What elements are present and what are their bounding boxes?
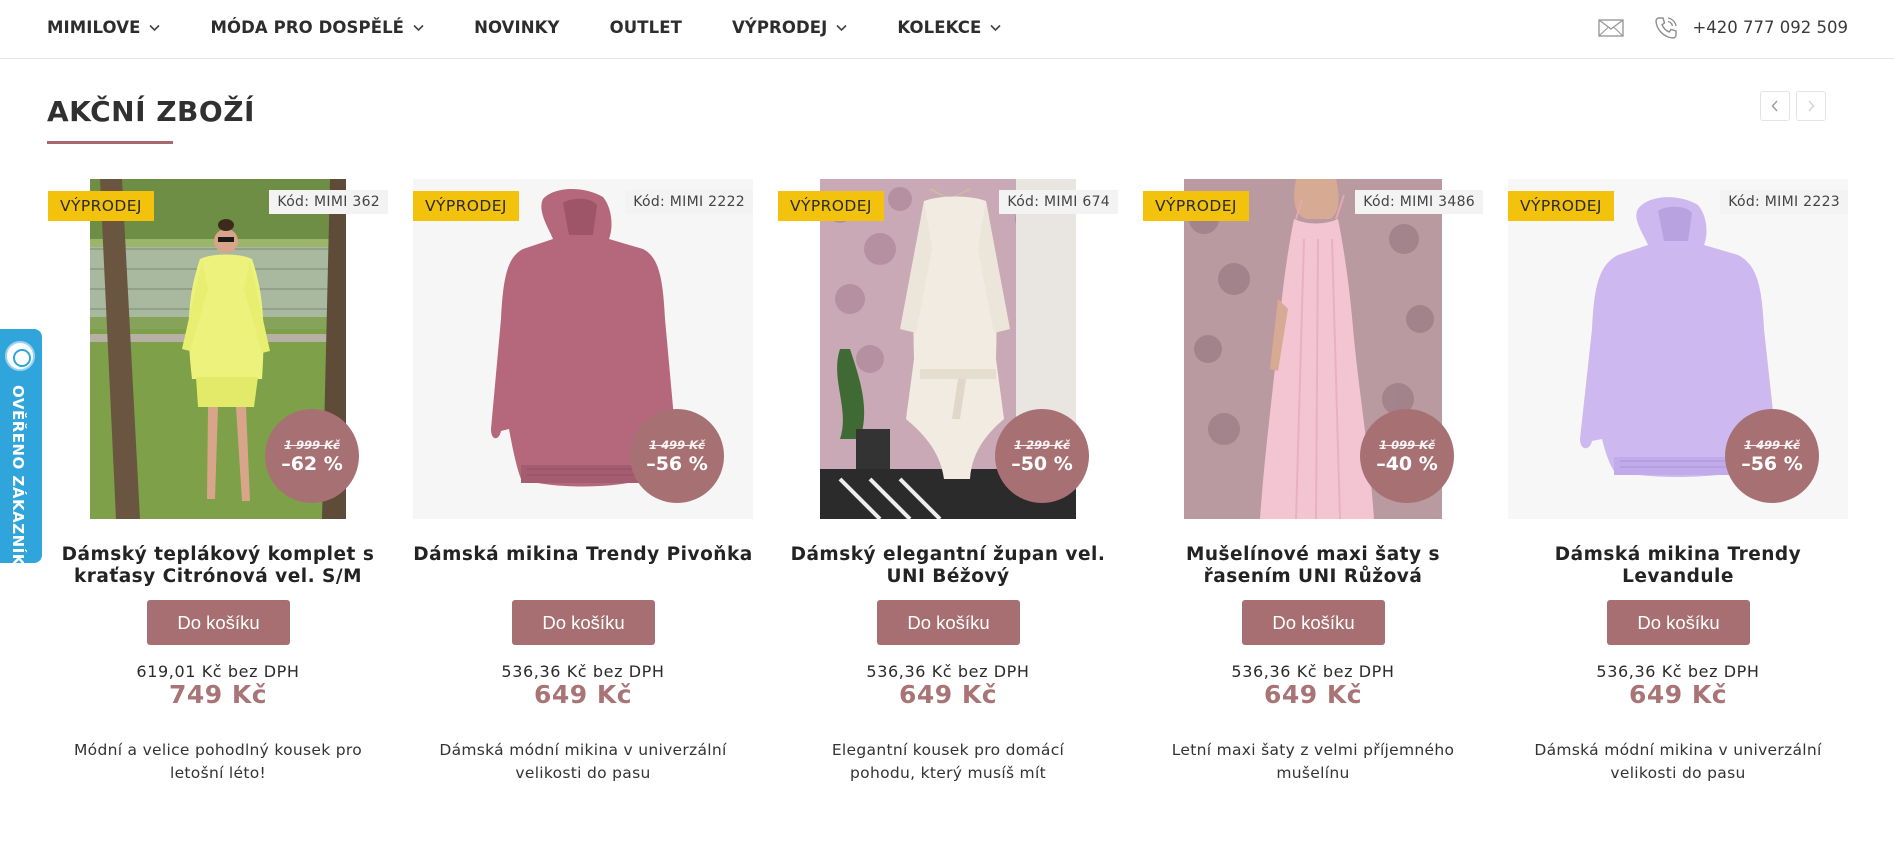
discount-percent: –56 % [1741,453,1803,475]
title-underline [47,141,173,144]
product-card: VÝPRODEJ Kód: MIMI 3486 1 099 Kč –40 % M… [1143,179,1483,799]
nav-item-label: NOVINKY [474,18,560,37]
product-code: Kód: MIMI 2222 [625,190,753,214]
discount-percent: –56 % [646,453,708,475]
discount-badge: 1 499 Kč –56 % [630,409,724,503]
product-image[interactable]: VÝPRODEJ Kód: MIMI 3486 1 099 Kč –40 % [1143,179,1483,519]
product-code: Kód: MIMI 362 [269,190,388,214]
discount-badge: 1 999 Kč –62 % [265,409,359,503]
add-to-cart-button[interactable]: Do košíku [147,600,290,645]
product-description: Dámská módní mikina v univerzální veliko… [439,741,727,782]
product-price: 649 Kč [898,680,998,709]
product-card: VÝPRODEJ Kód: MIMI 2222 1 499 Kč –56 % D… [413,179,753,799]
main-menu: MIMILOVE MÓDA PRO DOSPĚLÉ NOVINKY OUTLET… [47,0,1051,55]
nav-item-moda-pro-dospele[interactable]: MÓDA PRO DOSPĚLÉ [210,18,424,37]
product-code: Kód: MIMI 2223 [1720,190,1848,214]
old-price: 1 999 Kč [284,438,340,452]
old-price: 1 099 Kč [1379,438,1435,452]
phone-number[interactable]: +420 777 092 509 [1692,18,1848,37]
nav-item-novinky[interactable]: NOVINKY [474,18,560,37]
chevron-down-icon [149,24,161,31]
add-to-cart-button[interactable]: Do košíku [1242,600,1385,645]
old-price: 1 299 Kč [1014,438,1070,452]
nav-item-label: KOLEKCE [897,18,982,37]
product-name[interactable]: Dámský elegantní župan vel. UNI Béžový [778,544,1118,588]
product-card: VÝPRODEJ Kód: MIMI 674 1 299 Kč –50 % Dá… [778,179,1118,799]
carousel-next-button[interactable] [1796,91,1826,121]
discount-percent: –62 % [281,453,343,475]
chevron-down-icon [836,24,847,31]
product-card: VÝPRODEJ Kód: MIMI 2223 1 499 Kč –56 % D… [1508,179,1848,799]
chevron-down-icon [413,24,424,31]
old-price: 1 499 Kč [1744,438,1800,452]
product-image[interactable]: VÝPRODEJ Kód: MIMI 362 1 999 Kč –62 % [48,179,388,519]
sale-tag[interactable]: VÝPRODEJ [1508,191,1614,221]
product-description: Letní maxi šaty z velmi příjemného mušel… [1171,741,1455,782]
product-price: 649 Kč [533,680,633,709]
section-title: AKČNÍ ZBOŽÍ [47,95,255,128]
product-name[interactable]: Dámský teplákový komplet s kraťasy Citró… [48,544,388,588]
nav-item-vyprodej[interactable]: VÝPRODEJ [732,18,847,37]
nav-item-outlet[interactable]: OUTLET [610,18,682,37]
chevron-right-icon [1808,100,1815,112]
product-card: VÝPRODEJ Kód: MIMI 362 1 999 Kč –62 % Dá… [48,179,388,799]
product-price: 749 Kč [168,680,268,709]
contact-area: +420 777 092 509 [1598,0,1848,55]
product-code: Kód: MIMI 674 [999,190,1118,214]
discount-percent: –50 % [1011,453,1073,475]
discount-badge: 1 299 Kč –50 % [995,409,1089,503]
product-image[interactable]: VÝPRODEJ Kód: MIMI 2222 1 499 Kč –56 % [413,179,753,519]
product-image[interactable]: VÝPRODEJ Kód: MIMI 674 1 299 Kč –50 % [778,179,1118,519]
badge-label: OVĚŘENO ZÁKAZNÍKY [9,385,27,578]
nav-item-label: VÝPRODEJ [731,18,828,37]
nav-item-label: MÓDA PRO DOSPĚLÉ [210,18,405,37]
chevron-down-icon [990,24,1001,31]
price-without-vat: 536,36 Kč bez DPH [1231,662,1395,681]
old-price: 1 499 Kč [649,438,705,452]
nav-item-label: OUTLET [609,18,682,37]
add-to-cart-button[interactable]: Do košíku [512,600,655,645]
top-navigation: MIMILOVE MÓDA PRO DOSPĚLÉ NOVINKY OUTLET… [0,0,1894,59]
discount-badge: 1 499 Kč –56 % [1725,409,1819,503]
carousel-prev-button[interactable] [1760,91,1790,121]
discount-badge: 1 099 Kč –40 % [1360,409,1454,503]
price-without-vat: 536,36 Kč bez DPH [866,662,1030,681]
product-description: Dámská módní mikina v univerzální veliko… [1534,741,1822,782]
product-price: 649 Kč [1263,680,1363,709]
verified-by-customers-badge[interactable]: OVĚŘENO ZÁKAZNÍKY [0,329,42,577]
product-name[interactable]: Dámská mikina Trendy Levandule [1508,544,1848,588]
chevron-left-icon [1771,100,1778,112]
product-name[interactable]: Dámská mikina Trendy Pivoňka [413,544,753,566]
sale-tag[interactable]: VÝPRODEJ [48,191,154,221]
product-description: Elegantní kousek pro domácí pohodu, kter… [831,741,1065,782]
envelope-icon[interactable] [1598,18,1625,37]
nav-item-mimilove[interactable]: MIMILOVE [47,18,161,37]
heureka-logo [5,341,35,371]
add-to-cart-button[interactable]: Do košíku [877,600,1020,645]
price-without-vat: 536,36 Kč bez DPH [501,662,665,681]
price-without-vat: 619,01 Kč bez DPH [136,662,300,681]
sale-tag[interactable]: VÝPRODEJ [1143,191,1249,221]
product-image[interactable]: VÝPRODEJ Kód: MIMI 2223 1 499 Kč –56 % [1508,179,1848,519]
add-to-cart-button[interactable]: Do košíku [1607,600,1750,645]
sale-tag[interactable]: VÝPRODEJ [778,191,884,221]
phone-icon [1655,16,1678,39]
nav-item-kolekce[interactable]: KOLEKCE [897,18,1001,37]
product-code: Kód: MIMI 3486 [1355,190,1483,214]
product-price: 649 Kč [1628,680,1728,709]
sale-tag[interactable]: VÝPRODEJ [413,191,519,221]
price-without-vat: 536,36 Kč bez DPH [1596,662,1760,681]
nav-item-label: MIMILOVE [47,18,141,37]
discount-percent: –40 % [1376,453,1438,475]
product-description: Módní a velice pohodlný kousek pro letoš… [74,741,362,782]
product-name[interactable]: Mušelínové maxi šaty s řasením UNI Růžov… [1143,544,1483,588]
